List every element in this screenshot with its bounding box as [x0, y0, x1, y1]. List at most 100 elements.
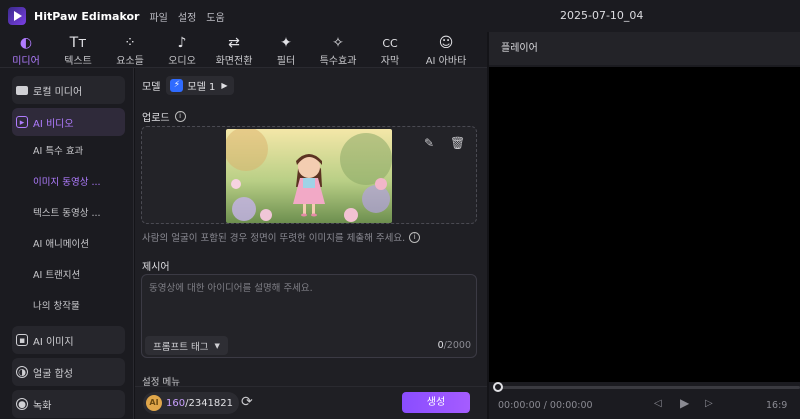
- coin-icon: AI: [146, 395, 162, 411]
- timecode: 00:00:00 / 00:00:00: [498, 400, 593, 411]
- prompt-textarea[interactable]: 동영상에 대한 아이디어를 설명해 주세요. 프롬프트 태그 ▼ 0/2000: [141, 274, 477, 358]
- tab-label: AI 아바타: [425, 56, 467, 67]
- prompt-label: 제시어: [142, 262, 170, 273]
- sidebar-subitem-image-to-video[interactable]: 이미지 동영상 ...: [0, 167, 133, 198]
- upload-dropzone[interactable]: ✎ 🗑: [141, 126, 477, 224]
- upload-hint: 사람의 얼굴이 포함된 경우 정면이 뚜렷한 이미지를 제출해 주세요.: [142, 233, 406, 244]
- ai-video-icon: ▸: [16, 116, 28, 128]
- model-selector[interactable]: ⚡ 모델 1 ▶: [166, 76, 234, 95]
- prompt-tag-button[interactable]: 프롬프트 태그 ▼: [145, 336, 228, 355]
- avatar-icon: ☺: [438, 35, 454, 51]
- playback-scrubber[interactable]: [496, 386, 800, 389]
- tab-media[interactable]: ◐ 미디어: [0, 32, 52, 67]
- ai-image-icon: ▪: [16, 334, 28, 346]
- trash-icon[interactable]: 🗑: [450, 136, 465, 150]
- transition-icon: ⇄: [228, 35, 240, 51]
- app-logo-icon: [8, 7, 26, 25]
- effects-icon: ✧: [332, 35, 344, 51]
- char-max: /2000: [443, 340, 471, 351]
- sidebar-subitem-text-to-video[interactable]: 텍스트 동영상 ...: [0, 198, 133, 229]
- info-icon[interactable]: i: [174, 111, 186, 122]
- menu-file[interactable]: 파일: [149, 9, 167, 24]
- menu-help[interactable]: 도움: [206, 9, 224, 24]
- sidebar-subitem-my-creations[interactable]: 나의 창작물: [0, 291, 133, 322]
- tab-elements[interactable]: ⁘ 요소들: [104, 32, 156, 67]
- credits-total: /2341821: [185, 397, 233, 409]
- refresh-icon[interactable]: ⟳: [241, 394, 253, 410]
- chevron-right-icon: ▶: [221, 81, 228, 90]
- sidebar-item-label: 로컬 미디어: [33, 86, 83, 98]
- folder-icon: [16, 85, 28, 95]
- tab-label: 필터: [276, 56, 296, 67]
- image-to-video-panel: 모델 ⚡ 모델 1 ▶ 업로드 i ✎ 🗑 사람의 얼굴이 포함된 경우 정면이…: [135, 68, 487, 419]
- sidebar-item-ai-image[interactable]: ▪ AI 이미지: [12, 326, 125, 354]
- app-title: HitPaw Edimakor: [34, 9, 140, 23]
- uploaded-image-thumbnail: [226, 129, 392, 223]
- subtitle-icon: CC: [382, 37, 398, 50]
- category-tabs: ◐ 미디어 Tт 텍스트 ⁘ 요소들 ♪ 오디오 ⇄ 화면전환 ✦ 필터 ✧ 특…: [0, 32, 487, 68]
- player-viewport: [489, 67, 800, 382]
- generate-bar: AI 160/2341821 ⟳ 생성: [135, 386, 487, 419]
- sidebar-subitem-ai-animation[interactable]: AI 애니메이션: [0, 229, 133, 260]
- player-panel: 플레이어 00:00:00 / 00:00:00 ◁ ▶ ▷ 16:9: [489, 32, 800, 419]
- upload-label-row: 업로드 i: [142, 109, 186, 124]
- scrubber-handle[interactable]: [493, 382, 503, 392]
- tab-ai-avatar[interactable]: ☺ AI 아바타: [416, 32, 476, 67]
- aspect-ratio-selector[interactable]: 16:9: [766, 400, 787, 411]
- tab-effects[interactable]: ✧ 특수효과: [312, 32, 364, 67]
- player-title: 플레이어: [489, 32, 800, 65]
- sidebar: 로컬 미디어 ▸ AI 비디오 AI 특수 효과 이미지 동영상 ... 텍스트…: [0, 68, 134, 419]
- generate-button[interactable]: 생성: [402, 392, 470, 413]
- audio-icon: ♪: [177, 35, 187, 51]
- tab-audio[interactable]: ♪ 오디오: [156, 32, 208, 67]
- tab-label: 오디오: [168, 56, 196, 67]
- text-icon: Tт: [69, 35, 87, 51]
- tab-label: 특수효과: [319, 56, 357, 67]
- sidebar-subitem-ai-transition[interactable]: AI 트랜지션: [0, 260, 133, 291]
- tab-transition[interactable]: ⇄ 화면전환: [208, 32, 260, 67]
- sidebar-item-label: 얼굴 합성: [33, 368, 73, 380]
- tab-label: 미디어: [12, 56, 40, 67]
- elements-icon: ⁘: [124, 35, 136, 51]
- upload-label: 업로드: [142, 113, 170, 124]
- prompt-tag-label: 프롬프트 태그: [153, 341, 209, 353]
- tab-filter[interactable]: ✦ 필터: [260, 32, 312, 67]
- face-swap-icon: ◑: [16, 366, 28, 378]
- prompt-placeholder: 동영상에 대한 아이디어를 설명해 주세요.: [149, 283, 313, 294]
- model-value: 모델 1: [187, 82, 216, 93]
- tab-text[interactable]: Tт 텍스트: [52, 32, 104, 67]
- edit-icon[interactable]: ✎: [424, 136, 434, 150]
- info-icon[interactable]: i: [409, 231, 421, 243]
- model-row: 모델 ⚡ 모델 1 ▶: [142, 76, 234, 95]
- tab-label: 텍스트: [64, 56, 92, 67]
- tab-label: 화면전환: [215, 56, 253, 67]
- upload-hint-row: 사람의 얼굴이 포함된 경우 정면이 뚜렷한 이미지를 제출해 주세요. i: [142, 230, 421, 244]
- credits-badge: AI 160/2341821: [143, 392, 239, 414]
- sidebar-item-local-media[interactable]: 로컬 미디어: [12, 76, 125, 104]
- previous-frame-icon[interactable]: ◁: [654, 398, 662, 409]
- tab-subtitle[interactable]: CC 자막: [364, 32, 416, 67]
- sidebar-subitem-ai-effects[interactable]: AI 특수 효과: [0, 136, 133, 167]
- sidebar-item-label: 녹화: [33, 400, 52, 412]
- bolt-icon: ⚡: [170, 79, 184, 92]
- char-counter: 0/2000: [438, 340, 471, 351]
- tab-label: 요소들: [116, 56, 144, 67]
- media-icon: ◐: [19, 35, 33, 51]
- tab-label: 자막: [380, 56, 400, 67]
- sidebar-item-record[interactable]: ● 녹화: [12, 390, 125, 418]
- girl-illustration-image: [226, 129, 392, 223]
- sidebar-item-label: AI 비디오: [33, 118, 74, 130]
- title-bar: HitPaw Edimakor 파일 설정 도움 2025-07-10_04: [0, 0, 800, 32]
- sidebar-item-ai-video[interactable]: ▸ AI 비디오: [12, 108, 125, 136]
- sidebar-item-face-swap[interactable]: ◑ 얼굴 합성: [12, 358, 125, 386]
- chevron-down-icon: ▼: [214, 341, 220, 350]
- sidebar-item-label: AI 이미지: [33, 336, 74, 348]
- menu-settings[interactable]: 설정: [178, 9, 196, 24]
- model-label: 모델: [142, 82, 161, 93]
- play-icon[interactable]: ▶: [680, 396, 689, 410]
- filter-icon: ✦: [280, 35, 292, 51]
- credits-used: 160: [166, 397, 186, 409]
- record-icon: ●: [16, 398, 28, 410]
- project-title: 2025-07-10_04: [560, 9, 644, 22]
- next-frame-icon[interactable]: ▷: [705, 398, 713, 409]
